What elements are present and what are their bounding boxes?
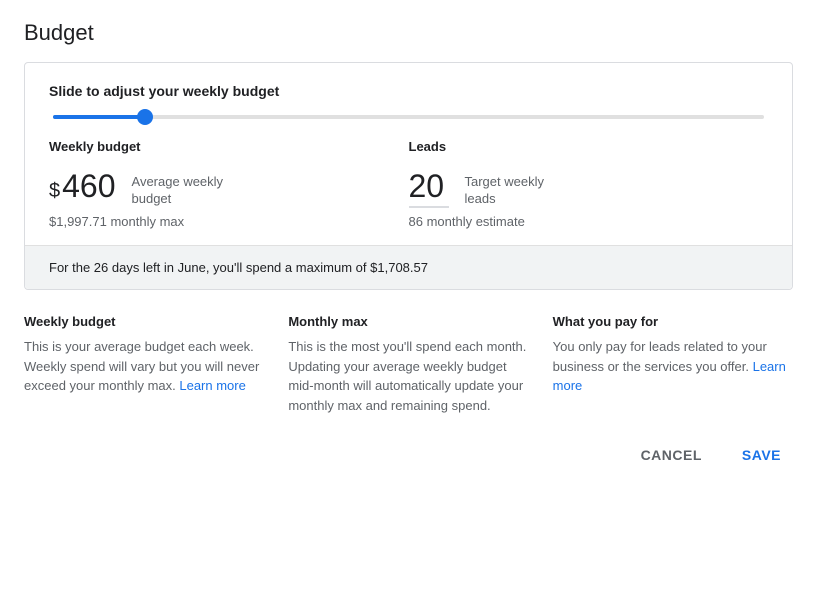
info-monthly-max-title: Monthly max [288,314,528,329]
what-you-pay-text-content: You only pay for leads related to your b… [553,339,767,374]
leads-amount-row: 20 Target weekly leads [409,170,769,208]
slider-container[interactable] [49,115,768,119]
budget-amount-value: 460 [62,168,115,204]
info-weekly-budget-text: This is your average budget each week. W… [24,337,264,396]
avg-label-line1: Average weekly [132,174,224,189]
leads-amount-value: 20 [409,170,449,208]
leads-header: Leads [409,139,769,154]
footer-actions: CANCEL SAVE [24,431,793,471]
budget-leads-row: Weekly budget $460 Average weekly budget… [49,139,768,245]
slider-thumb[interactable] [137,109,153,125]
slider-fill [53,115,145,119]
target-label-line2: leads [465,191,496,206]
leads-target-label: Target weekly leads [465,174,544,208]
dollar-sign: $ [49,180,60,202]
budget-monthly-max: $1,997.71 monthly max [49,214,409,229]
info-what-you-pay-text: You only pay for leads related to your b… [553,337,793,396]
card-top: Slide to adjust your weekly budget Weekl… [25,63,792,245]
budget-amount-row: $460 Average weekly budget [49,170,409,208]
info-weekly-budget: Weekly budget This is your average budge… [24,314,288,415]
notice-bar: For the 26 days left in June, you'll spe… [25,246,792,289]
weekly-budget-learn-more[interactable]: Learn more [179,378,245,393]
leads-monthly-estimate: 86 monthly estimate [409,214,769,229]
info-monthly-max-text: This is the most you'll spend each month… [288,337,528,415]
target-label-line1: Target weekly [465,174,544,189]
budget-avg-label: Average weekly budget [132,174,224,208]
budget-section: Weekly budget $460 Average weekly budget… [49,139,409,229]
leads-section: Leads 20 Target weekly leads 86 monthly … [409,139,769,229]
budget-card: Slide to adjust your weekly budget Weekl… [24,62,793,290]
weekly-budget-header: Weekly budget [49,139,409,154]
save-button[interactable]: SAVE [730,439,793,471]
info-what-you-pay: What you pay for You only pay for leads … [553,314,793,415]
info-row: Weekly budget This is your average budge… [24,314,793,415]
page-title: Budget [24,20,793,46]
info-what-you-pay-title: What you pay for [553,314,793,329]
info-weekly-budget-title: Weekly budget [24,314,264,329]
info-monthly-max: Monthly max This is the most you'll spen… [288,314,552,415]
avg-label-line2: budget [132,191,172,206]
cancel-button[interactable]: CANCEL [629,439,714,471]
slide-label: Slide to adjust your weekly budget [49,83,768,99]
budget-amount-display: $460 [49,170,116,203]
slider-track[interactable] [53,115,764,119]
